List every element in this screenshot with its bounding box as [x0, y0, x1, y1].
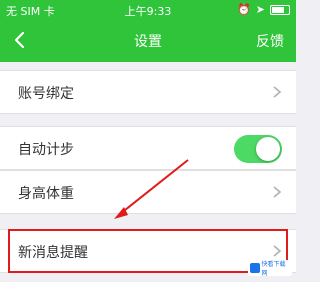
battery-icon — [270, 4, 290, 15]
chevron-right-icon — [273, 245, 282, 257]
location-icon: ➤ — [255, 3, 265, 16]
settings-row-account-binding[interactable]: 账号绑定 — [0, 70, 296, 114]
chevron-right-icon — [273, 186, 282, 198]
status-bar: 无 SIM 卡 上午9:33 ⏰ ➤ — [0, 0, 296, 20]
toggle-knob — [256, 137, 280, 161]
settings-row-label: 账号绑定 — [18, 86, 74, 102]
settings-row-height-weight[interactable]: 身高体重 — [0, 170, 296, 214]
status-indicators: ⏰ ➤ — [237, 3, 290, 16]
settings-row-label: 自动计步 — [18, 142, 74, 158]
settings-row-label: 新消息提醒 — [18, 245, 88, 261]
settings-row-auto-step: 自动计步 — [0, 126, 296, 170]
chevron-right-icon — [273, 86, 282, 98]
watermark-logo-icon — [250, 263, 260, 273]
alarm-icon: ⏰ — [237, 3, 251, 16]
page-title: 设置 — [134, 34, 162, 50]
feedback-button[interactable]: 反馈 — [256, 31, 284, 51]
watermark-text: 快看下载网 — [261, 261, 286, 277]
auto-step-toggle[interactable] — [234, 135, 282, 163]
watermark: 快看下载网 — [248, 260, 292, 277]
nav-bar: 设置 反馈 — [0, 20, 296, 62]
settings-row-label: 身高体重 — [18, 186, 74, 202]
